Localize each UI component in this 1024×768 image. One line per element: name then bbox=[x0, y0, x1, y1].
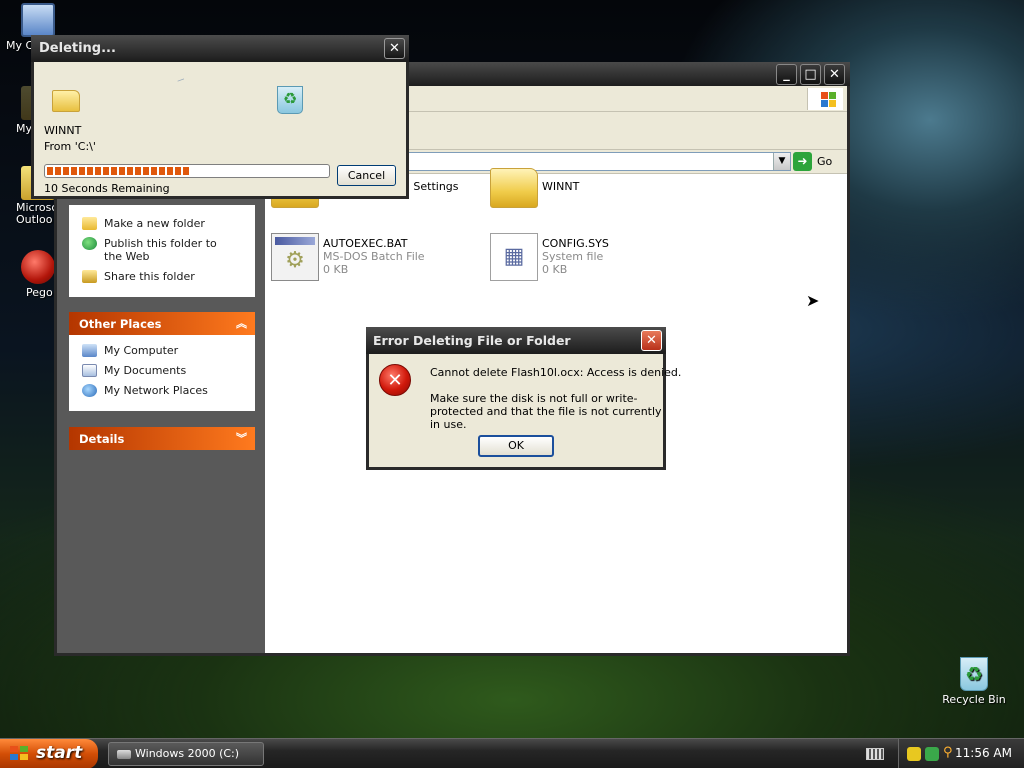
task-pane: Make a new folder Publish this folder to… bbox=[57, 174, 265, 653]
start-button[interactable]: start bbox=[0, 739, 98, 768]
cancel-button[interactable]: Cancel bbox=[337, 165, 396, 186]
file-name: AUTOEXEC.BAT bbox=[323, 237, 408, 250]
system-tray: ⚲ 11:56 AM bbox=[898, 739, 1024, 768]
computer-icon bbox=[21, 3, 55, 37]
close-button[interactable]: ✕ bbox=[641, 330, 662, 351]
new-folder-icon bbox=[82, 217, 97, 230]
desktop-icon-label: Recycle Bin bbox=[942, 693, 1006, 706]
place-label: My Documents bbox=[104, 364, 187, 377]
file-size: 0 KB bbox=[542, 263, 568, 276]
task-share-folder[interactable]: Share this folder bbox=[69, 270, 255, 283]
clock[interactable]: 11:56 AM bbox=[955, 746, 1012, 760]
ok-button[interactable]: OK bbox=[478, 435, 554, 457]
folder-icon bbox=[52, 90, 80, 112]
place-my-network-places[interactable]: My Network Places bbox=[69, 384, 255, 397]
other-places-panel: Other Places ︽ My Computer My Documents … bbox=[69, 312, 255, 411]
details-title: Details bbox=[79, 432, 125, 446]
go-label: Go bbox=[817, 155, 833, 168]
go-button[interactable]: ➜ Go bbox=[793, 152, 833, 171]
flying-paper-icon: ⸝ bbox=[175, 69, 189, 87]
task-publish-folder[interactable]: Publish this folder to the Web bbox=[69, 237, 219, 263]
close-button[interactable]: ✕ bbox=[384, 38, 405, 59]
dialog-title: Deleting... bbox=[39, 41, 116, 56]
taskbar-item-label: Windows 2000 (C:) bbox=[135, 747, 240, 760]
place-my-computer[interactable]: My Computer bbox=[69, 344, 255, 357]
task-label: Share this folder bbox=[104, 270, 195, 283]
details-header[interactable]: Details ︾ bbox=[69, 427, 255, 450]
documents-icon bbox=[82, 364, 97, 377]
desktop-icon-label: Microsc Outloo bbox=[16, 201, 58, 226]
file-type: MS-DOS Batch File bbox=[323, 250, 425, 263]
error-icon: ✕ bbox=[379, 364, 411, 396]
progress-fill bbox=[47, 167, 189, 175]
taskbar-item-explorer[interactable]: Windows 2000 (C:) bbox=[108, 742, 264, 766]
file-name: WINNT bbox=[542, 180, 580, 193]
computer-icon bbox=[82, 344, 97, 357]
deleting-dialog: Deleting... ✕ ⸝ WINNT From 'C:\' 10 Seco… bbox=[31, 35, 409, 199]
network-icon bbox=[82, 384, 97, 397]
file-size: 0 KB bbox=[323, 263, 349, 276]
share-folder-icon bbox=[82, 270, 97, 283]
place-label: My Network Places bbox=[104, 384, 208, 397]
dialog-title-bar[interactable]: Error Deleting File or Folder ✕ bbox=[366, 327, 666, 354]
start-label: start bbox=[36, 743, 83, 763]
task-make-new-folder[interactable]: Make a new folder bbox=[69, 217, 255, 230]
chevron-down-icon[interactable]: ︾ bbox=[236, 430, 247, 446]
taskbar: start Windows 2000 (C:) ⚲ 11:56 AM bbox=[0, 738, 1024, 768]
security-shield-icon[interactable] bbox=[907, 747, 921, 761]
globe-icon bbox=[82, 237, 97, 250]
file-name: CONFIG.SYS bbox=[542, 237, 609, 250]
chevron-down-icon[interactable]: ▼ bbox=[773, 153, 790, 170]
details-panel: Details ︾ bbox=[69, 427, 255, 450]
error-dialog: Error Deleting File or Folder ✕ ✕ Cannot… bbox=[366, 327, 681, 470]
deleting-item-name: WINNT bbox=[44, 124, 82, 137]
deleting-from: From 'C:\' bbox=[44, 140, 96, 153]
system-file-icon bbox=[490, 233, 538, 281]
network-icon[interactable] bbox=[925, 747, 939, 761]
place-my-documents[interactable]: My Documents bbox=[69, 364, 255, 377]
file-item-config-sys[interactable]: CONFIG.SYS System file 0 KB bbox=[490, 233, 700, 285]
file-tasks-panel: Make a new folder Publish this folder to… bbox=[69, 205, 255, 297]
windows-flag-icon bbox=[10, 746, 30, 762]
pego-icon bbox=[21, 250, 55, 284]
windows-flag-icon bbox=[807, 88, 843, 110]
desktop-icon-recycle-bin[interactable]: Recycle Bin bbox=[939, 657, 1009, 706]
chevron-up-icon[interactable]: ︽ bbox=[236, 315, 247, 331]
time-remaining: 10 Seconds Remaining bbox=[44, 182, 170, 195]
close-button[interactable]: ✕ bbox=[824, 64, 845, 85]
keyboard-icon[interactable] bbox=[866, 748, 884, 760]
file-item-autoexec-bat[interactable]: AUTOEXEC.BAT MS-DOS Batch File 0 KB bbox=[271, 233, 481, 285]
dialog-title-bar[interactable]: Deleting... ✕ bbox=[31, 35, 409, 62]
address-input[interactable]: ▼ bbox=[407, 152, 791, 171]
task-label: Publish this folder to the Web bbox=[104, 237, 217, 263]
minimize-button[interactable]: _ bbox=[776, 64, 797, 85]
batch-file-icon bbox=[271, 233, 319, 281]
recycle-bin-icon bbox=[960, 657, 988, 691]
error-message: Cannot delete Flash10l.ocx: Access is de… bbox=[430, 366, 682, 379]
other-places-header[interactable]: Other Places ︽ bbox=[69, 312, 255, 335]
mouse-cursor-icon: ➤ bbox=[806, 291, 820, 310]
dialog-title: Error Deleting File or Folder bbox=[373, 333, 571, 348]
drive-icon bbox=[117, 750, 131, 759]
place-label: My Computer bbox=[104, 344, 179, 357]
file-type: System file bbox=[542, 250, 604, 263]
progress-bar bbox=[44, 164, 330, 178]
maximize-button[interactable]: □ bbox=[800, 64, 821, 85]
task-label: Make a new folder bbox=[104, 217, 205, 230]
go-arrow-icon: ➜ bbox=[793, 152, 812, 171]
recycle-bin-icon bbox=[277, 86, 303, 114]
error-detail: Make sure the disk is not full or write-… bbox=[430, 392, 662, 431]
file-item-winnt[interactable]: WINNT bbox=[490, 168, 700, 234]
other-places-title: Other Places bbox=[79, 317, 162, 331]
folder-icon bbox=[490, 168, 538, 208]
